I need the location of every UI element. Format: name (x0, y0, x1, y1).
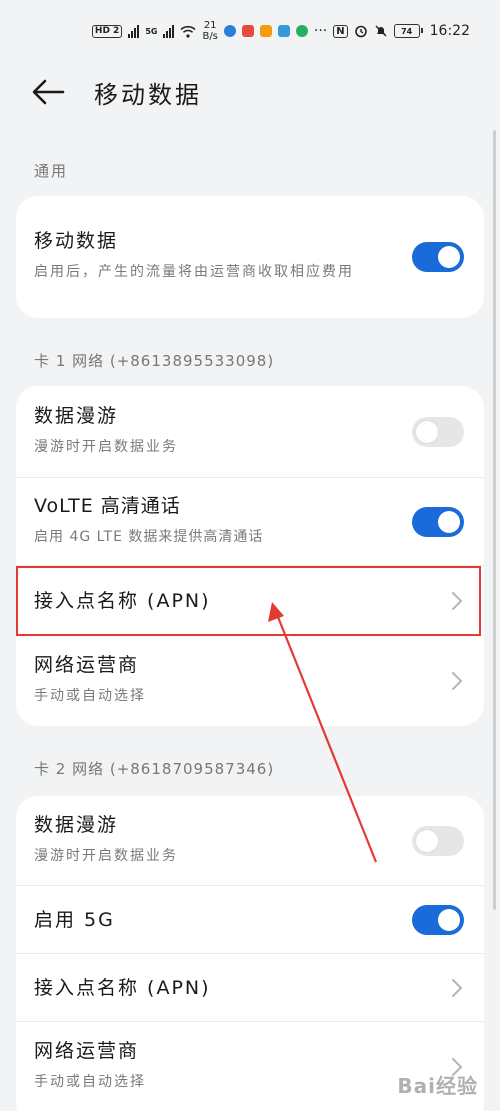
back-arrow-icon[interactable] (30, 77, 66, 107)
row-sim2-apn[interactable]: 接入点名称 (APN) (16, 954, 484, 1022)
data-rate: 21 B/s (202, 20, 218, 42)
row-title: 启用 5G (34, 908, 115, 931)
row-subtitle: 漫游时开启数据业务 (34, 438, 178, 455)
battery-icon: 74 (393, 24, 423, 38)
row-subtitle: 手动或自动选择 (34, 1074, 146, 1090)
row-sim1-volte[interactable]: VoLTE 高清通话 启用 4G LTE 数据来提供高清通话 (16, 478, 484, 566)
app-notification-icon (259, 25, 272, 37)
chevron-right-icon (452, 591, 463, 610)
watermark: Bai经验 (397, 1074, 478, 1098)
section-label-sim2: 卡 2 网络 (+8618709587346) (34, 760, 275, 778)
row-title: 网络运营商 (34, 1040, 140, 1062)
sim2-5g-toggle[interactable] (412, 904, 464, 935)
row-subtitle: 启用 4G LTE 数据来提供高清通话 (34, 528, 264, 545)
row-sim2-5g[interactable]: 启用 5G (16, 886, 484, 954)
row-subtitle: 启用后，产生的流量将由运营商收取相应费用 (34, 264, 354, 280)
page-title: 移动数据 (94, 80, 202, 109)
nfc-icon: N (333, 24, 348, 38)
clock: 16:22 (429, 23, 470, 39)
row-title: 网络运营商 (34, 654, 140, 676)
row-sim1-apn[interactable]: 接入点名称 (APN) (16, 566, 484, 636)
row-subtitle: 手动或自动选择 (34, 688, 146, 704)
mobile-data-toggle[interactable] (412, 242, 464, 272)
row-sim1-operator[interactable]: 网络运营商 手动或自动选择 (16, 636, 484, 726)
card-sim2: 数据漫游 漫游时开启数据业务 启用 5G 接入点名称 (APN) 网络运营商 手… (16, 796, 484, 1111)
signal-icon (128, 24, 140, 38)
row-title: 接入点名称 (APN) (34, 589, 211, 612)
alarm-icon (354, 25, 367, 38)
row-sim2-roaming[interactable]: 数据漫游 漫游时开启数据业务 (16, 796, 484, 886)
wifi-icon (180, 25, 197, 38)
app-notification-icon (241, 25, 254, 37)
row-title: 数据漫游 (34, 404, 119, 427)
row-title: 接入点名称 (APN) (34, 976, 211, 999)
scrollbar[interactable] (493, 130, 496, 910)
sim1-volte-toggle[interactable] (412, 506, 464, 537)
row-title: 数据漫游 (34, 813, 119, 836)
more-icon: ··· (313, 23, 328, 39)
app-notification-icon (295, 25, 308, 37)
card-general: 移动数据 启用后，产生的流量将由运营商收取相应费用 (16, 196, 484, 318)
row-title: VoLTE 高清通话 (34, 494, 181, 517)
app-notification-icon (277, 25, 290, 37)
chevron-right-icon (452, 978, 463, 997)
row-sim1-roaming[interactable]: 数据漫游 漫游时开启数据业务 (16, 386, 484, 478)
status-bar: HD 2 5G 21 B/s ··· N 74 16:22 (0, 0, 500, 62)
app-notification-icon (223, 25, 236, 37)
row-mobile-data[interactable]: 移动数据 启用后，产生的流量将由运营商收取相应费用 (16, 196, 484, 318)
chevron-right-icon (452, 672, 463, 690)
section-label-sim1: 卡 1 网络 (+8613895533098) (34, 352, 275, 370)
row-subtitle: 漫游时开启数据业务 (34, 847, 178, 864)
mute-bell-icon (375, 25, 387, 37)
hd-badge: HD 2 (91, 24, 123, 38)
signal-icon-2 (163, 24, 175, 38)
sim2-roaming-toggle[interactable] (412, 825, 464, 856)
header: 移动数据 (0, 62, 500, 122)
card-sim1: 数据漫游 漫游时开启数据业务 VoLTE 高清通话 启用 4G LTE 数据来提… (16, 386, 484, 726)
section-label-general: 通用 (34, 162, 69, 180)
row-title: 移动数据 (34, 230, 119, 252)
sim1-roaming-toggle[interactable] (412, 416, 464, 447)
network-type: 5G (145, 26, 158, 36)
